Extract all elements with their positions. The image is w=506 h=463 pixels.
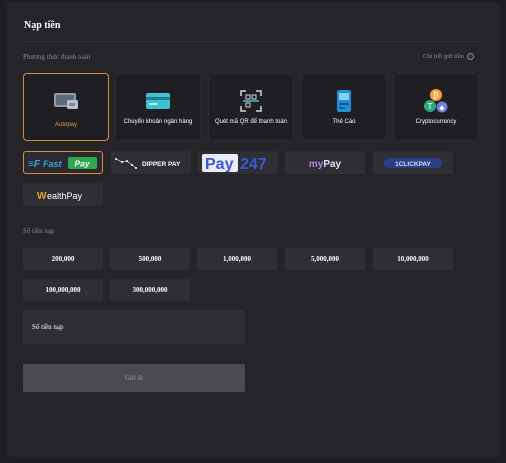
svg-text:Fast: Fast [43,159,63,169]
svg-text:247: 247 [240,156,267,172]
svg-text:◆: ◆ [439,104,445,112]
deposit-panel: Nạp tiền Phương thức thanh toán Chi tiết… [6,2,500,457]
amount-option[interactable]: 1,000,000 [197,248,277,270]
pay247-logo: Pay 247 [202,153,267,172]
method-scratch-card[interactable]: Thẻ Cào [301,73,387,141]
amount-option[interactable]: 200,000 [23,248,103,270]
provider-wealthpay[interactable]: W ealthPay [23,183,103,206]
submit-button[interactable]: Gửi đi [23,364,245,392]
method-crypto[interactable]: ₿ T ◆ Cryptocurrency [393,73,479,141]
svg-text:≡F: ≡F [28,159,41,170]
method-autopay[interactable]: Autopay [23,73,109,141]
page-title: Nạp tiền [24,20,61,31]
info-icon: i [466,53,474,60]
method-label: Cryptocurrency [415,119,457,125]
svg-text:DIPPER PAY: DIPPER PAY [142,161,181,168]
mypay-logo: myPay [309,159,342,170]
deposit-details-link[interactable]: Chi tiết gửi tiền i [423,53,474,60]
svg-text:1CLICKPAY: 1CLICKPAY [395,161,431,168]
fastpay-logo: ≡F Fast Pay [28,156,97,170]
wealthpay-logo: W ealthPay [37,191,83,202]
svg-text:W: W [37,191,47,202]
provider-mypay[interactable]: myPay [285,151,365,174]
payment-method-label: Phương thức thanh toán [23,53,91,61]
wallet-card-icon [53,89,79,113]
svg-text:₿: ₿ [433,91,439,100]
amount-option[interactable]: 500,000 [110,248,190,270]
dipperpay-logo: DIPPER PAY [115,157,181,169]
provider-1clickpay[interactable]: 1CLICKPAY [373,151,453,174]
provider-pay247[interactable]: Pay 247 [198,151,278,174]
provider-dipperpay[interactable]: DIPPER PAY [111,151,191,174]
amount-label: Số tiền nạp [23,227,55,235]
method-label: Quét mã QR để thanh toán [214,119,288,125]
qr-scan-icon [239,89,263,113]
bank-card-icon [145,89,171,113]
svg-text:Pay: Pay [205,156,234,172]
scratch-card-icon [336,89,352,113]
method-bank-transfer[interactable]: Chuyển khoản ngân hàng [115,73,201,141]
method-qr-scan[interactable]: Quét mã QR để thanh toán [208,73,294,141]
svg-text:ealthPay: ealthPay [47,191,83,201]
method-label: Thẻ Cào [332,119,356,125]
amount-option[interactable]: 5,000,000 [285,248,365,270]
amount-input[interactable] [23,310,245,344]
deposit-details-label: Chi tiết gửi tiền [423,53,464,60]
method-label: Chuyển khoản ngân hàng [123,119,193,125]
provider-fastpay[interactable]: ≡F Fast Pay [23,151,103,174]
svg-text:T: T [427,102,433,111]
method-label: Autopay [54,122,78,128]
amount-option[interactable]: 10,000,000 [373,248,453,270]
1clickpay-logo: 1CLICKPAY [384,157,442,168]
header-divider [24,41,482,42]
svg-text:Pay: Pay [74,158,90,168]
svg-text:myPay: myPay [309,159,342,170]
crypto-coins-icon: ₿ T ◆ [422,89,450,113]
amount-option[interactable]: 300,000,000 [110,279,190,301]
amount-option[interactable]: 100,000,000 [23,279,103,301]
